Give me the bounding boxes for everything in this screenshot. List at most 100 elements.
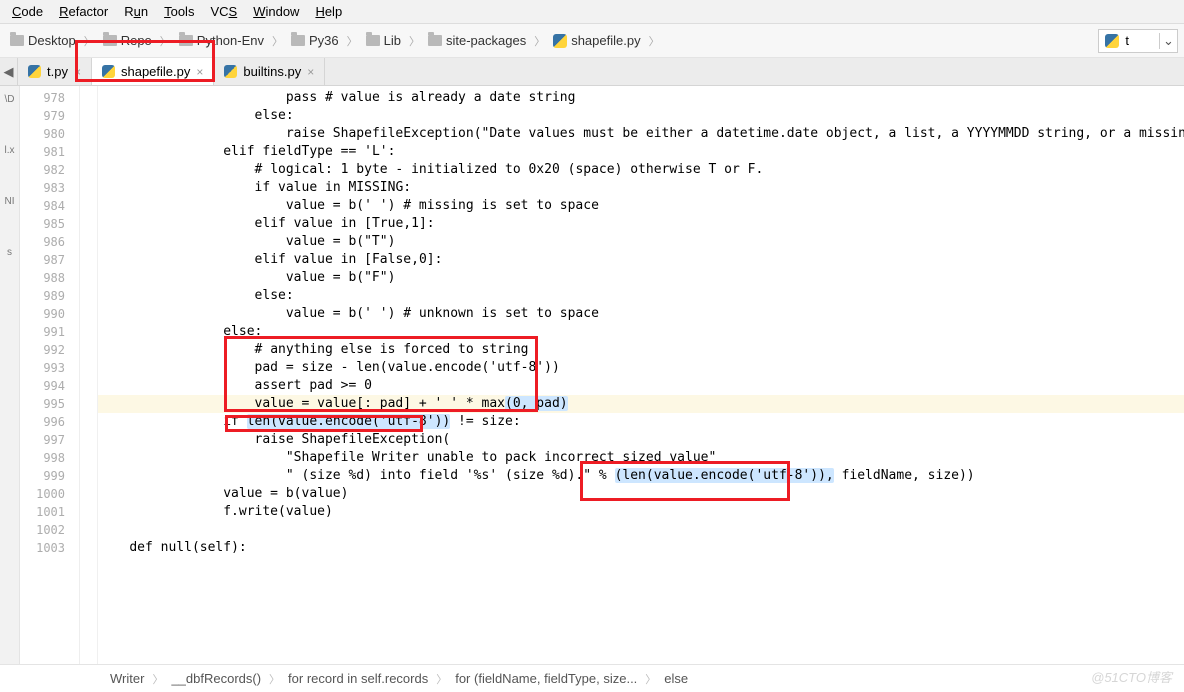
side-label[interactable]: NI: [0, 196, 19, 207]
run-configuration-selector[interactable]: t ⌄: [1098, 29, 1178, 53]
breadcrumb-item[interactable]: Python-Env: [175, 31, 268, 50]
line-number: 999: [20, 467, 65, 485]
code-line[interactable]: value = b(' ') # unknown is set to space: [98, 305, 1184, 323]
code-line[interactable]: value = b("F"): [98, 269, 1184, 287]
code-line[interactable]: else:: [98, 287, 1184, 305]
run-config-label: t: [1125, 33, 1159, 48]
editor-tabs: ◀ t.py×shapefile.py× builtins.py ×: [0, 58, 1184, 86]
folder-icon: [10, 35, 24, 46]
side-label[interactable]: s: [0, 247, 19, 258]
code-line[interactable]: [98, 521, 1184, 539]
code-line[interactable]: pad = size - len(value.encode('utf-8')): [98, 359, 1184, 377]
close-icon[interactable]: ×: [307, 65, 314, 79]
chevron-right-icon: 〉: [534, 33, 545, 49]
code-line[interactable]: f.write(value): [98, 503, 1184, 521]
line-number: 986: [20, 233, 65, 251]
context-item[interactable]: else: [664, 671, 688, 686]
menu-code[interactable]: Code: [6, 2, 49, 21]
code-line[interactable]: assert pad >= 0: [98, 377, 1184, 395]
line-number: 990: [20, 305, 65, 323]
code-line[interactable]: def null(self):: [98, 539, 1184, 557]
code-line[interactable]: "Shapefile Writer unable to pack incorre…: [98, 449, 1184, 467]
code-line[interactable]: raise ShapefileException(: [98, 431, 1184, 449]
line-number: 997: [20, 431, 65, 449]
line-number: 1003: [20, 539, 65, 557]
menu-run[interactable]: Run: [118, 2, 154, 21]
chevron-right-icon: 〉: [84, 33, 95, 49]
breadcrumb-item[interactable]: Repo: [99, 31, 156, 50]
folder-icon: [366, 35, 380, 46]
chevron-right-icon: 〉: [436, 671, 447, 687]
tab-scroll-left[interactable]: ◀: [0, 58, 18, 85]
code-line[interactable]: value = b(' ') # missing is set to space: [98, 197, 1184, 215]
chevron-right-icon: 〉: [152, 671, 163, 687]
code-line[interactable]: else:: [98, 323, 1184, 341]
menu-vcs[interactable]: VCS: [204, 2, 243, 21]
line-number: 985: [20, 215, 65, 233]
python-icon: [1105, 34, 1119, 48]
chevron-right-icon: 〉: [269, 671, 280, 687]
editor-tab[interactable]: t.py×: [18, 58, 92, 85]
side-label[interactable]: l.x: [0, 145, 19, 156]
context-item[interactable]: for (fieldName, fieldType, size...: [455, 671, 637, 686]
line-number: 1001: [20, 503, 65, 521]
line-number: 978: [20, 89, 65, 107]
left-tool-strip: \D l.x NI s: [0, 86, 20, 664]
line-number-gutter: 9789799809819829839849859869879889899909…: [20, 86, 80, 664]
code-line[interactable]: else:: [98, 107, 1184, 125]
side-label[interactable]: \D: [0, 94, 19, 105]
line-number: 979: [20, 107, 65, 125]
editor-tab[interactable]: shapefile.py×: [92, 58, 214, 85]
python-icon: [224, 65, 237, 78]
watermark: @51CTO博客: [1091, 667, 1172, 686]
code-line[interactable]: # logical: 1 byte - initialized to 0x20 …: [98, 161, 1184, 179]
menu-tools[interactable]: Tools: [158, 2, 200, 21]
python-icon: [28, 65, 41, 78]
fold-gutter: [80, 86, 98, 664]
code-line[interactable]: elif value in [False,0]:: [98, 251, 1184, 269]
code-line[interactable]: value = b("T"): [98, 233, 1184, 251]
line-number: 995: [20, 395, 65, 413]
code-line[interactable]: pass # value is already a date string: [98, 89, 1184, 107]
code-line[interactable]: value = b(value): [98, 485, 1184, 503]
navigation-bar: Desktop〉Repo〉Python-Env〉Py36〉Lib〉site-pa…: [0, 24, 1184, 58]
chevron-right-icon: 〉: [645, 671, 656, 687]
code-line[interactable]: # anything else is forced to string: [98, 341, 1184, 359]
line-number: 988: [20, 269, 65, 287]
context-item[interactable]: __dbfRecords(): [171, 671, 261, 686]
breadcrumb-item[interactable]: site-packages: [424, 31, 530, 50]
line-number: 982: [20, 161, 65, 179]
editor-tab[interactable]: builtins.py ×: [214, 58, 325, 85]
folder-icon: [428, 35, 442, 46]
chevron-right-icon: 〉: [409, 33, 420, 49]
breadcrumb-item[interactable]: shapefile.py: [549, 31, 644, 50]
code-line[interactable]: value = value[: pad] + ' ' * max(0, pad): [98, 395, 1184, 413]
close-icon[interactable]: ×: [74, 65, 81, 79]
code-area[interactable]: pass # value is already a date string el…: [98, 86, 1184, 664]
line-number: 980: [20, 125, 65, 143]
context-item[interactable]: Writer: [110, 671, 144, 686]
code-line[interactable]: if len(value.encode('utf-8')) != size:: [98, 413, 1184, 431]
line-number: 991: [20, 323, 65, 341]
code-line[interactable]: " (size %d) into field '%s' (size %d)." …: [98, 467, 1184, 485]
close-icon[interactable]: ×: [196, 65, 203, 79]
line-number: 996: [20, 413, 65, 431]
context-item[interactable]: for record in self.records: [288, 671, 428, 686]
menu-help[interactable]: Help: [309, 2, 348, 21]
code-line[interactable]: elif value in [True,1]:: [98, 215, 1184, 233]
code-line[interactable]: raise ShapefileException("Date values mu…: [98, 125, 1184, 143]
python-icon: [553, 34, 567, 48]
breadcrumb-item[interactable]: Desktop: [6, 31, 80, 50]
menu-window[interactable]: Window: [247, 2, 305, 21]
breadcrumb-item[interactable]: Lib: [362, 31, 405, 50]
breadcrumb-item[interactable]: Py36: [287, 31, 343, 50]
line-number: 1000: [20, 485, 65, 503]
breadcrumb: Desktop〉Repo〉Python-Env〉Py36〉Lib〉site-pa…: [6, 31, 1098, 50]
menu-refactor[interactable]: Refactor: [53, 2, 114, 21]
code-line[interactable]: if value in MISSING:: [98, 179, 1184, 197]
code-line[interactable]: elif fieldType == 'L':: [98, 143, 1184, 161]
structure-breadcrumb: Writer 〉 __dbfRecords() 〉 for record in self…: [0, 664, 1184, 692]
editor: \D l.x NI s 9789799809819829839849859869879…: [0, 86, 1184, 664]
chevron-right-icon: 〉: [347, 33, 358, 49]
tab-label: builtins.py: [243, 64, 301, 79]
